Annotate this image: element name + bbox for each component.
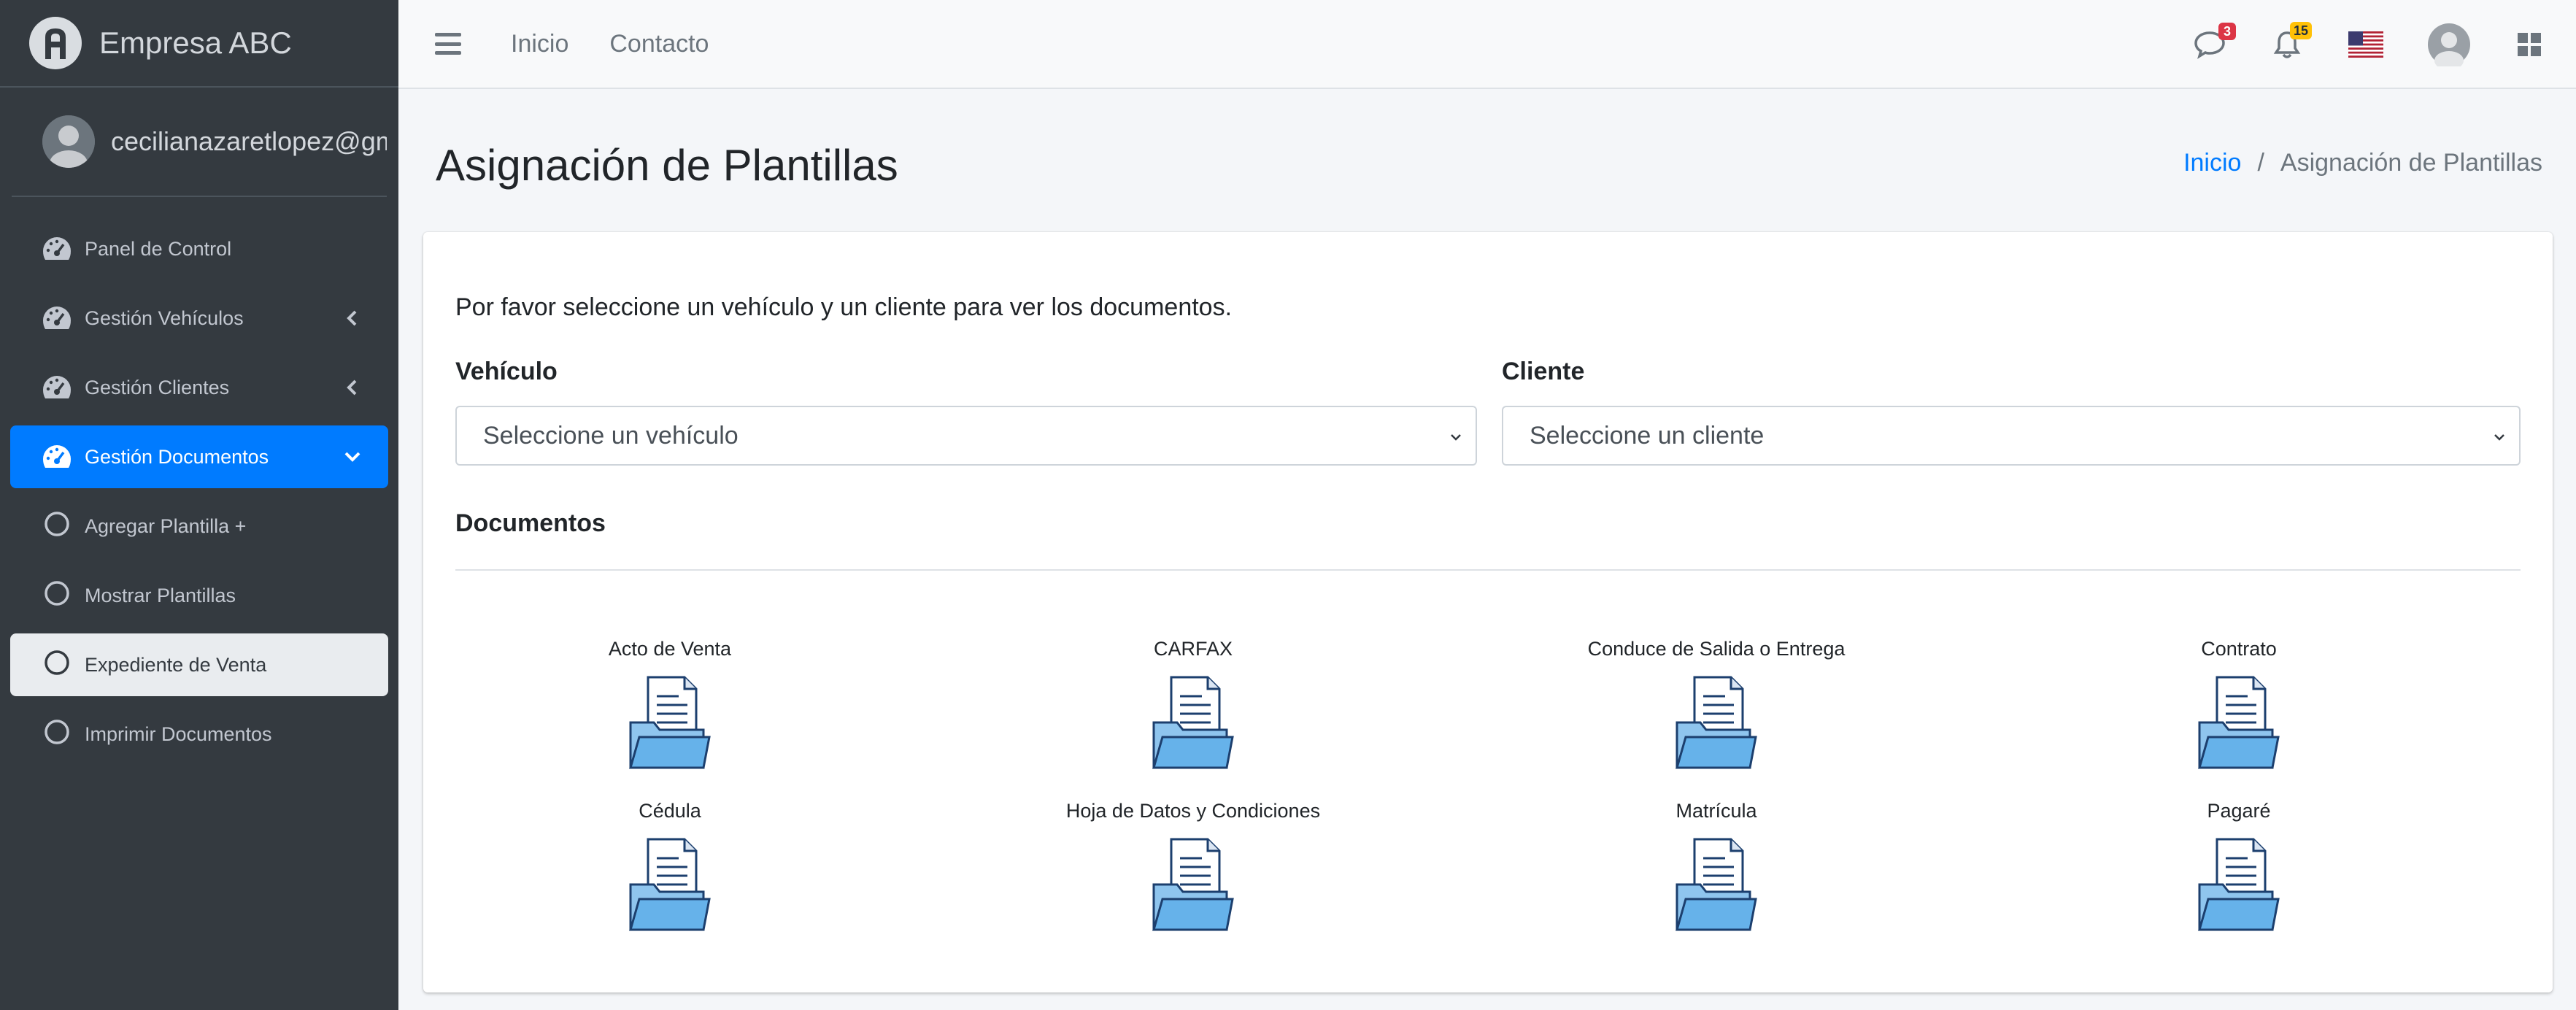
circle-icon [41,650,73,679]
document-folder-icon [1675,838,1757,931]
avatar [2428,23,2470,66]
sidebar-item-imprimir-documentos[interactable]: Imprimir Documentos [10,703,388,766]
sidebar-nav: Panel de Control Gestión Vehículos Gesti… [0,197,398,766]
notifications-badge: 15 [2289,22,2312,39]
document-label: Contrato [2201,638,2277,660]
user-email: cecilianazaretlopez@gmail.com [111,126,387,156]
vehicle-select[interactable]: Seleccione un vehículo [455,406,1477,466]
nav-link-contacto[interactable]: Contacto [609,30,709,58]
sidebar-item-label: Panel de Control [85,237,232,260]
language-dropdown[interactable] [2348,31,2383,58]
sidebar-item-expediente-de-venta[interactable]: Expediente de Venta [10,633,388,696]
sidebar-item-label: Imprimir Documentos [85,722,272,745]
dashboard-gauge-icon [41,373,73,402]
sidebar-item-label: Gestión Clientes [85,376,230,398]
breadcrumb-current: Asignación de Plantillas [2280,149,2542,177]
document-item-hoja-de-datos[interactable]: Hoja de Datos y Condiciones [974,800,1412,933]
navbar-right: 3 15 [2194,0,2576,89]
document-item-matricula[interactable]: Matrícula [1497,800,1935,933]
chevron-left-icon [347,379,357,396]
documents-heading: Documentos [455,509,606,537]
document-item-carfax[interactable]: CARFAX [974,638,1412,771]
grid-icon [2518,33,2541,56]
user-avatar [42,115,95,168]
vehicle-label: Vehículo [455,358,558,385]
breadcrumb-separator: / [2257,149,2264,177]
document-folder-icon [2198,838,2280,931]
document-folder-icon [629,676,711,769]
document-folder-icon [2198,676,2280,769]
dashboard-gauge-icon [41,234,73,263]
document-label: Acto de Venta [608,638,732,660]
sidebar-item-mostrar-plantillas[interactable]: Mostrar Plantillas [10,564,388,627]
client-label: Cliente [1502,358,1585,385]
sidebar-item-agregar-plantilla[interactable]: Agregar Plantilla + [10,495,388,558]
document-label: Conduce de Salida o Entrega [1587,638,1846,660]
document-item-contrato[interactable]: Contrato [2020,638,2458,771]
brand-logo-icon [29,17,82,69]
chevron-down-icon [2494,434,2504,441]
notifications-dropdown[interactable]: 15 [2272,22,2312,60]
page-title: Asignación de Plantillas [436,141,898,190]
document-item-cedula[interactable]: Cédula [451,800,889,933]
top-navbar: Inicio Contacto 3 15 [398,0,2576,89]
circle-icon [41,512,73,541]
divider [455,569,2521,571]
chevron-down-icon [344,452,360,462]
sidebar-item-gestion-vehiculos[interactable]: Gestión Vehículos [10,287,388,350]
vehicle-select-value: Seleccione un vehículo [483,421,739,450]
sidebar-item-label: Gestión Documentos [85,445,269,468]
sidebar-item-label: Mostrar Plantillas [85,584,236,606]
document-label: Pagaré [2207,800,2271,822]
sidebar-item-panel-de-control[interactable]: Panel de Control [10,217,388,280]
document-label: Hoja de Datos y Condiciones [1065,800,1321,822]
messages-dropdown[interactable]: 3 [2194,23,2236,59]
document-folder-icon [629,838,711,931]
brand-name: Empresa ABC [99,26,292,60]
nav-link-inicio[interactable]: Inicio [511,30,568,58]
sidebar-item-label: Gestión Vehículos [85,307,244,329]
document-folder-icon [1152,838,1234,931]
breadcrumb: Inicio / Asignación de Plantillas [2183,149,2542,177]
circle-icon [41,581,73,610]
sidebar: Empresa ABC cecilianazaretlopez@gmail.co… [0,0,398,1010]
sidebar-item-gestion-clientes[interactable]: Gestión Clientes [10,356,388,419]
user-menu-avatar[interactable] [2427,23,2471,66]
sidebar-item-label: Agregar Plantilla + [85,514,247,537]
document-item-conduce-de-salida[interactable]: Conduce de Salida o Entrega [1497,638,1935,771]
breadcrumb-home-link[interactable]: Inicio [2183,149,2241,177]
client-select[interactable]: Seleccione un cliente [1502,406,2521,466]
chevron-left-icon [347,310,357,326]
document-folder-icon [1675,676,1757,769]
us-flag-icon [2348,31,2383,58]
document-folder-icon [1152,676,1234,769]
sidebar-item-gestion-documentos[interactable]: Gestión Documentos [10,425,388,488]
document-label: Cédula [639,800,701,822]
control-sidebar-toggle[interactable] [2516,31,2542,58]
circle-icon [41,720,73,749]
document-label: Matrícula [1675,800,1757,822]
document-label: CARFAX [1153,638,1233,660]
dashboard-gauge-icon [41,442,73,471]
documents-card: Por favor seleccione un vehículo y un cl… [423,232,2553,992]
brand-link[interactable]: Empresa ABC [0,0,398,88]
client-select-value: Seleccione un cliente [1530,421,1765,450]
chevron-down-icon [1451,434,1461,441]
sidebar-item-label: Expediente de Venta [85,653,267,676]
dashboard-gauge-icon [41,304,73,333]
messages-badge: 3 [2218,23,2236,40]
instructions-text: Por favor seleccione un vehículo y un cl… [455,293,1233,321]
document-item-acto-de-venta[interactable]: Acto de Venta [451,638,889,771]
menu-toggle-icon[interactable] [435,33,461,55]
user-panel[interactable]: cecilianazaretlopez@gmail.com [12,88,387,197]
document-item-pagare[interactable]: Pagaré [2020,800,2458,933]
